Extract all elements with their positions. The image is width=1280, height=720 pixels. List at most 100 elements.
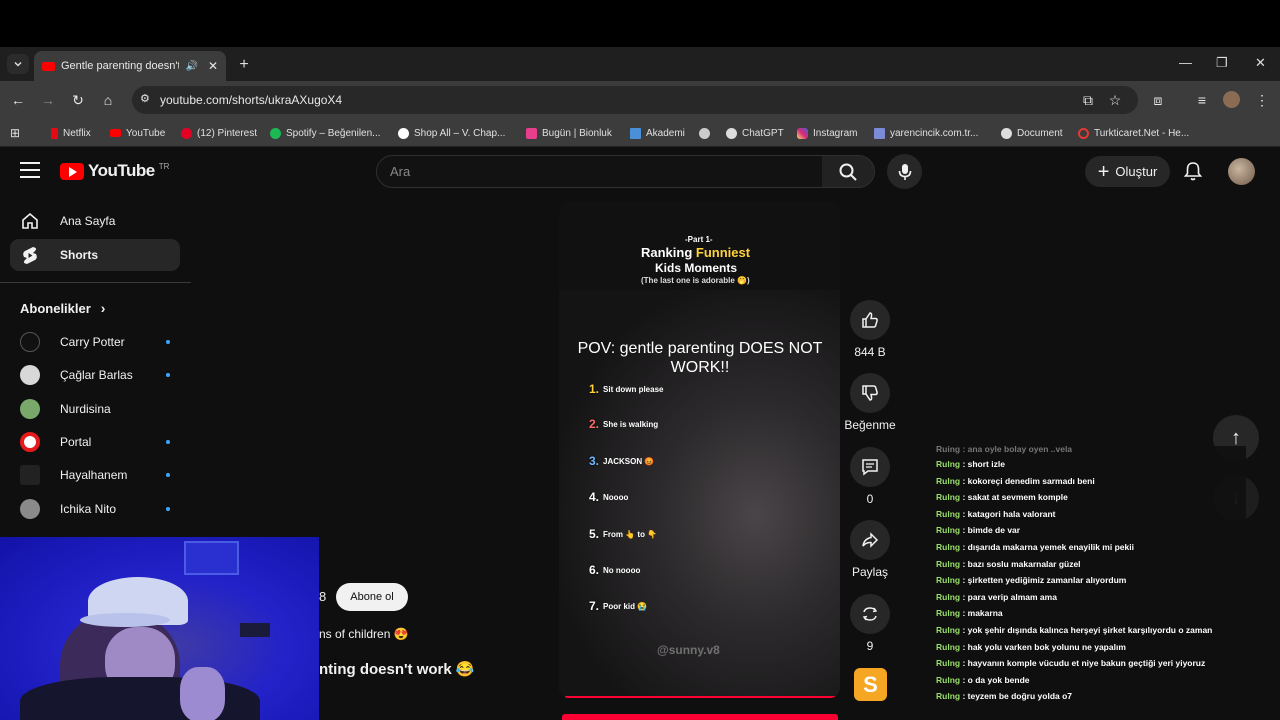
bookmark-yarencincik[interactable]: yarencincik.com.tr...	[874, 119, 978, 147]
forward-icon[interactable]: →	[38, 90, 58, 110]
chat-separator: :	[960, 459, 968, 469]
subscription-hayalhanem[interactable]: Hayalhanem	[20, 461, 170, 489]
bookmark-pinterest[interactable]: (12) Pinterest	[181, 119, 257, 147]
new-tab-button[interactable]: +	[234, 56, 254, 76]
install-app-icon[interactable]: ⧉	[1078, 90, 1098, 110]
short-title-partial: nting doesn't work 😂	[319, 661, 475, 678]
subscription-nurdisina[interactable]: Nurdisina	[20, 395, 170, 423]
overlay-title-ranking: Ranking	[641, 245, 693, 260]
profile-avatar[interactable]	[1223, 91, 1240, 108]
ranking-number: 5.	[589, 527, 600, 541]
chat-separator: :	[960, 541, 968, 552]
chat-separator: :	[960, 525, 968, 536]
close-tab-icon[interactable]: ✕	[208, 59, 218, 73]
restore-button[interactable]: ❐	[1216, 55, 1228, 71]
channel-name: Portal	[60, 435, 92, 449]
bookmark-bionluk[interactable]: Bugün | Bionluk	[526, 119, 612, 147]
chevron-right-icon: ›	[100, 300, 106, 316]
chat-username: Rulng	[936, 459, 961, 469]
back-icon[interactable]: ←	[8, 90, 28, 110]
bookmark-chatgpt[interactable]: ChatGPT	[726, 119, 784, 147]
search-placeholder: Ara	[390, 164, 411, 179]
bookmark-spotify[interactable]: Spotify – Beğenilen...	[270, 119, 381, 147]
close-window-button[interactable]: ✕	[1255, 55, 1266, 71]
bookmark-turkticaret[interactable]: Turkticaret.Net - He...	[1078, 119, 1189, 147]
remix-button[interactable]	[850, 594, 890, 634]
chat-username: Rulng	[936, 591, 961, 602]
chat-message: Rulng : o da yok bende	[936, 672, 1246, 689]
chat-message: Rulng : kokoreçi denedim sarmadı beni	[936, 473, 1246, 490]
progress-bar[interactable]	[565, 696, 835, 698]
sidebar-item-home[interactable]: Ana Sayfa	[10, 205, 180, 237]
subscription-caglar-barlas[interactable]: Çağlar Barlas	[20, 361, 170, 389]
create-button[interactable]: + Oluştur	[1085, 156, 1170, 187]
short-video-player[interactable]: -Part 1- Ranking Funniest Kids Moments (…	[559, 202, 840, 698]
bookmark-globe[interactable]	[699, 119, 710, 147]
sound-thumbnail[interactable]: S	[854, 668, 887, 701]
chat-partial-line: Ruing : ana oyle bolay oyen ..vela	[936, 446, 1073, 454]
bookmark-netflix[interactable]: Netflix	[51, 119, 91, 147]
overlay-title: Ranking Funniest	[641, 245, 750, 260]
notifications-button[interactable]	[1182, 160, 1204, 182]
subscription-carry-potter[interactable]: Carry Potter	[20, 328, 170, 356]
home-icon[interactable]: ⌂	[98, 90, 118, 110]
bookmark-star-icon[interactable]: ☆	[1105, 90, 1125, 110]
home-icon	[20, 211, 40, 231]
menu-kebab-icon[interactable]: ⋮	[1252, 90, 1272, 110]
extensions-icon[interactable]: ⧈	[1148, 90, 1168, 110]
channel-avatar	[20, 499, 40, 519]
media-control-icon[interactable]: ≡	[1192, 90, 1212, 110]
ranking-number: 2.	[589, 417, 600, 431]
speaker-icon[interactable]: 🔊	[185, 61, 197, 72]
chat-text: short izle	[967, 459, 1005, 469]
bookmark-label: YouTube	[126, 127, 166, 139]
ranking-item: 6. No noooo	[589, 563, 640, 577]
channel-avatar	[20, 332, 40, 352]
chat-message: Rulng : şirketten yediğimiz zamanlar alı…	[936, 572, 1246, 589]
dislike-button[interactable]	[850, 373, 890, 413]
sidebar-item-shorts[interactable]: Shorts	[10, 239, 180, 271]
share-button[interactable]	[850, 520, 890, 560]
chat-separator: :	[960, 691, 968, 702]
subscribe-button[interactable]: Abone ol	[336, 583, 408, 611]
youtube-wordmark: YouTube	[88, 161, 155, 180]
address-bar[interactable]: ⚙ youtube.com/shorts/ukraAXugoX4	[132, 86, 1138, 114]
ranking-text: From 👆 to 👇	[603, 529, 658, 539]
chat-messages: Rulng : short izle Rulng : kokoreçi dened…	[936, 456, 1246, 705]
chat-username: Rulng	[936, 525, 961, 536]
site-info-icon[interactable]: ⚙	[140, 92, 150, 105]
chat-separator: :	[960, 591, 968, 602]
youtube-favicon-icon	[42, 61, 55, 71]
apps-grid-icon[interactable]: ⊞	[10, 119, 20, 147]
chat-text: bazı soslu makarnalar güzel	[967, 558, 1081, 569]
bookmark-shop-all[interactable]: Shop All – V. Chap...	[398, 119, 505, 147]
chat-message: Rulng : bimde de var	[936, 522, 1246, 539]
search-input[interactable]: Ara	[376, 155, 823, 188]
reload-icon[interactable]: ↻	[68, 90, 88, 110]
microphone-icon	[898, 163, 911, 180]
minimize-button[interactable]: —	[1179, 55, 1192, 70]
account-avatar[interactable]	[1228, 158, 1255, 185]
chat-username: Rulng	[936, 575, 961, 586]
bookmark-label: Akademi	[646, 127, 685, 139]
browser-tab-active[interactable]: Gentle parenting doesn't w 🔊 ✕	[34, 51, 226, 81]
voice-search-button[interactable]	[887, 154, 922, 189]
next-short-preview[interactable]	[562, 714, 838, 720]
hamburger-menu-icon[interactable]	[20, 162, 40, 178]
chat-username: Rulng	[936, 541, 961, 552]
search-button[interactable]	[822, 155, 875, 188]
bookmark-youtube[interactable]: YouTube	[110, 119, 165, 147]
subscription-portal[interactable]: Portal	[20, 428, 170, 456]
bookmark-instagram[interactable]: Instagram	[797, 119, 857, 147]
bookmark-akademi[interactable]: Akademi	[630, 119, 685, 147]
like-button[interactable]	[850, 300, 890, 340]
bookmark-document[interactable]: Document	[1001, 119, 1063, 147]
subscriptions-header[interactable]: Abonelikler ›	[20, 300, 105, 316]
chat-username: Rulng	[936, 674, 961, 685]
comments-button[interactable]	[850, 447, 890, 487]
chat-username: Rulng	[936, 608, 961, 619]
chat-message: Rulng : short izle	[936, 456, 1246, 473]
subscription-ichika-nito[interactable]: Ichika Nito	[20, 495, 170, 523]
youtube-logo[interactable]: YouTube TR	[60, 161, 169, 181]
tab-search-button[interactable]	[7, 54, 29, 74]
